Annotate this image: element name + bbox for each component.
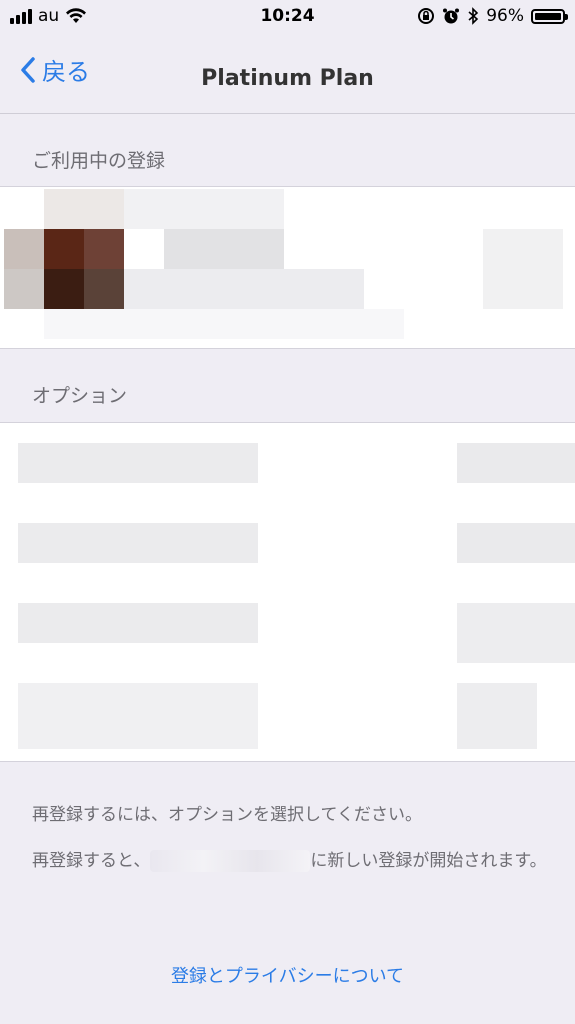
redacted-block — [124, 189, 284, 229]
redacted-block — [18, 443, 258, 483]
redacted-block — [124, 269, 364, 309]
redacted-block — [44, 189, 124, 229]
redacted-date — [150, 850, 311, 872]
privacy-link[interactable]: 登録とプライバシーについて — [0, 962, 575, 988]
status-bar: au 10:24 96% — [0, 0, 575, 34]
redacted-block — [44, 309, 404, 339]
section-header-current-subscription: ご利用中の登録 — [32, 150, 166, 172]
battery-percent: 96% — [486, 6, 524, 26]
page-title: Platinum Plan — [201, 66, 374, 91]
redacted-block — [457, 603, 575, 663]
redacted-block — [457, 523, 575, 563]
navigation-bar: 戻る Platinum Plan — [0, 34, 575, 114]
option-row[interactable] — [0, 423, 575, 503]
status-right: 96% — [417, 6, 568, 26]
battery-icon — [531, 8, 568, 24]
option-row[interactable] — [0, 503, 575, 583]
redacted-block — [18, 603, 258, 643]
redacted-block — [44, 269, 84, 309]
redacted-block — [18, 683, 258, 749]
option-row[interactable] — [0, 583, 575, 663]
redacted-block — [44, 229, 84, 269]
redacted-block — [457, 683, 537, 749]
redacted-block — [18, 523, 258, 563]
redacted-block — [4, 269, 44, 309]
redacted-block — [84, 229, 124, 269]
bluetooth-icon — [468, 7, 479, 25]
section-header-options: オプション — [32, 385, 128, 407]
reselect-instruction: 再登録するには、オプションを選択してください。 — [32, 805, 422, 825]
renewal-notice-suffix: に新しい登録が開始されます。 — [310, 851, 547, 871]
current-subscription-row[interactable] — [0, 186, 575, 349]
renewal-notice: 再登録すると、 に新しい登録が開始されます。 — [32, 848, 547, 874]
renewal-notice-prefix: 再登録すると、 — [32, 851, 151, 871]
redacted-block — [4, 229, 44, 269]
orientation-lock-icon — [418, 8, 435, 24]
alarm-icon — [443, 8, 460, 24]
redacted-block — [84, 269, 124, 309]
option-row[interactable] — [0, 663, 575, 763]
redacted-block — [457, 443, 575, 483]
redacted-block — [483, 229, 563, 309]
options-list — [0, 422, 575, 762]
redacted-block — [164, 229, 284, 269]
